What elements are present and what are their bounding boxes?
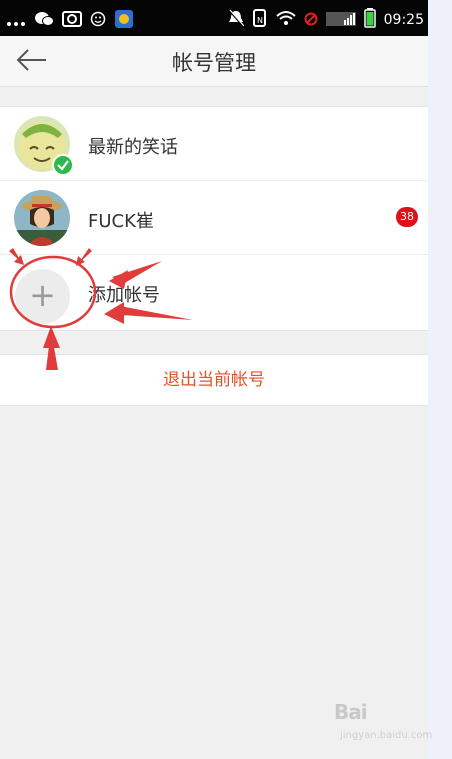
add-account-row[interactable]: + 添加帐号 — [0, 255, 428, 330]
account-name: 最新的笑话 — [88, 137, 178, 158]
camera-icon — [62, 10, 82, 32]
unread-badge: 38 — [396, 207, 418, 227]
account-row-current[interactable]: 最新的笑话 — [0, 107, 428, 181]
plus-icon[interactable]: + — [15, 269, 70, 324]
no-signal-icon — [304, 11, 318, 30]
active-check-icon — [52, 154, 74, 176]
logout-button[interactable]: 退出当前帐号 — [0, 354, 428, 406]
wechat-icon — [34, 10, 54, 32]
phone-screen: N 09:25 帐号管理 最新的笑话 FUCK崔 38 + 添加帐号 退出当前帐… — [0, 0, 428, 759]
status-left-icons — [6, 9, 134, 33]
more-dots-icon — [6, 12, 26, 31]
svg-text:N: N — [257, 16, 263, 25]
account-row-other[interactable]: FUCK崔 38 — [0, 181, 428, 255]
status-right-icons: N 09:25 — [227, 8, 424, 32]
nfc-icon: N — [252, 9, 268, 31]
status-bar: N 09:25 — [0, 0, 428, 36]
smiley-icon — [90, 11, 106, 31]
mute-icon — [227, 9, 245, 31]
wifi-icon — [275, 10, 296, 30]
page-title: 帐号管理 — [172, 51, 256, 75]
app-icon — [114, 9, 134, 33]
account-name: FUCK崔 — [88, 211, 154, 232]
signal-bars-icon — [325, 10, 356, 30]
watermark-sub: jingyan.baidu.com — [340, 730, 433, 741]
avatar — [14, 190, 70, 246]
status-time: 09:25 — [383, 12, 424, 28]
page-margin — [428, 0, 452, 759]
title-bar: 帐号管理 — [0, 36, 428, 87]
add-account-label: 添加帐号 — [88, 285, 160, 306]
account-list: 最新的笑话 FUCK崔 38 + 添加帐号 — [0, 106, 428, 331]
battery-icon — [363, 8, 376, 32]
watermark-brand: Bai — [334, 700, 368, 724]
